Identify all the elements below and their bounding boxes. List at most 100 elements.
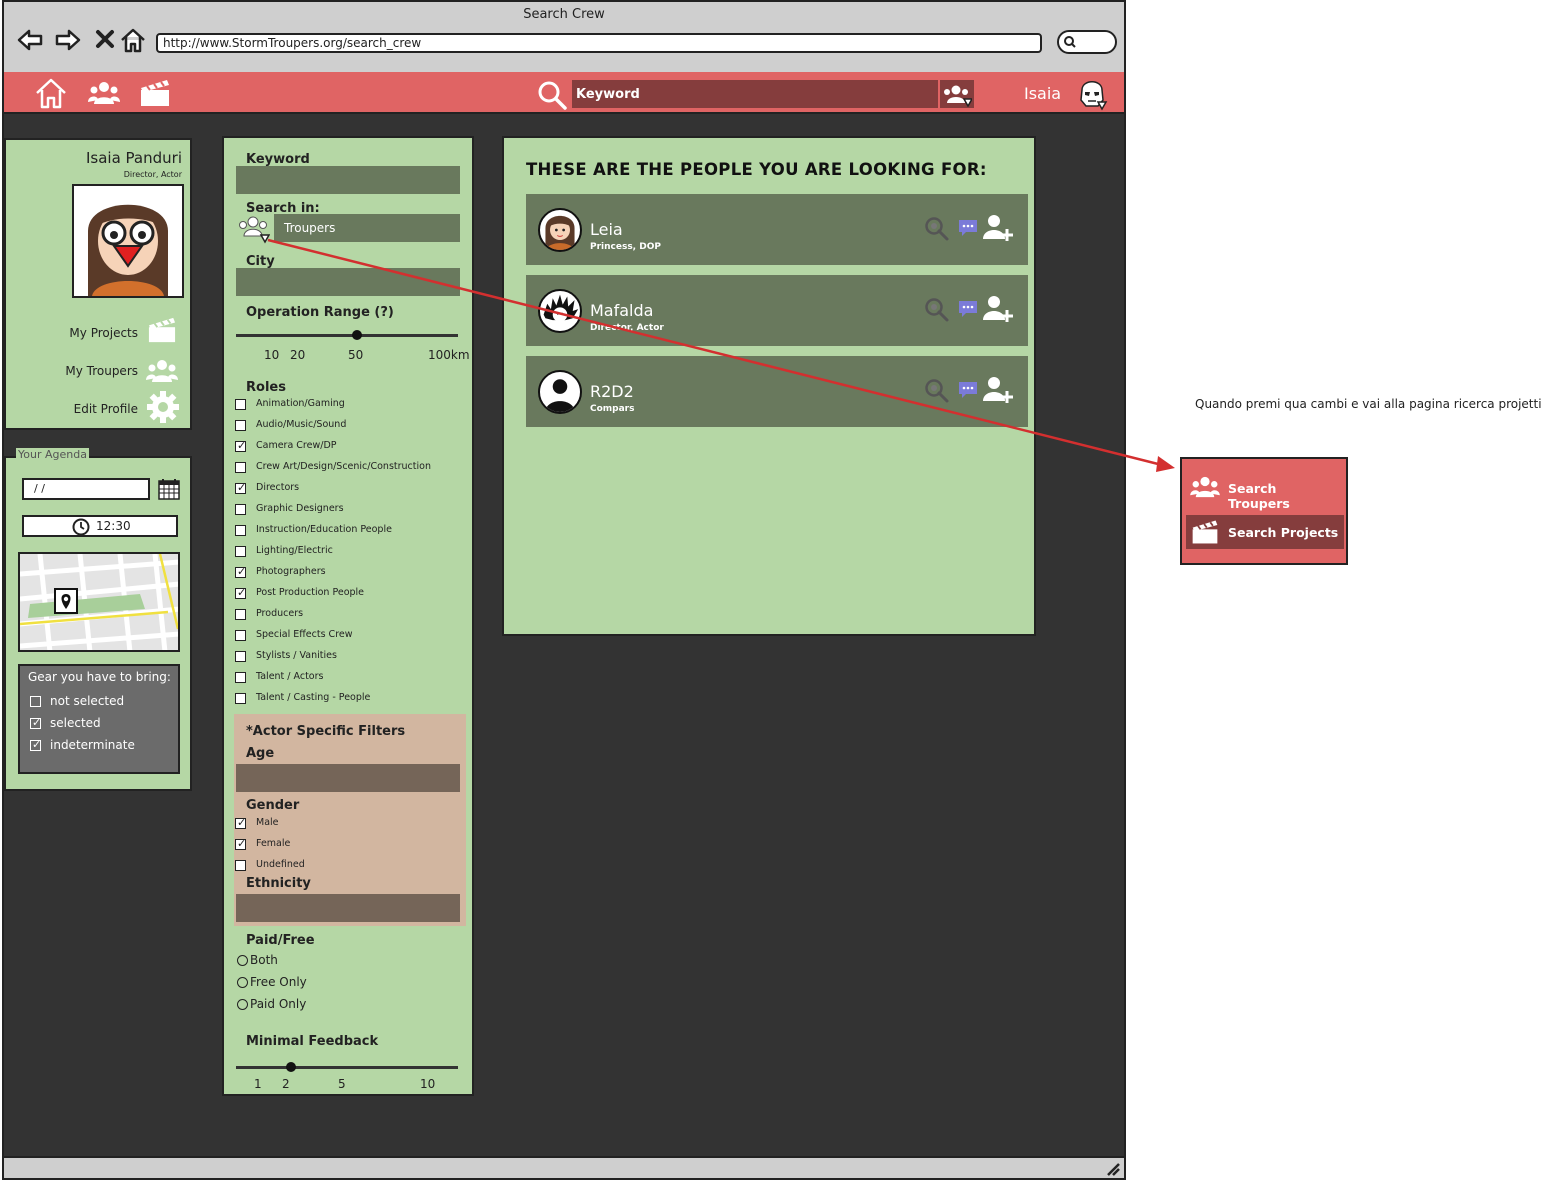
date-input[interactable]: / /	[22, 478, 150, 500]
search-type-dropdown[interactable]	[940, 80, 974, 108]
time-input[interactable]: 12:30	[22, 515, 178, 537]
gear-item-checkbox[interactable]	[30, 696, 41, 707]
role-label: Photographers	[256, 566, 326, 577]
search-in-value[interactable]: Troupers	[274, 214, 460, 242]
role-checkbox[interactable]: ✓	[235, 587, 246, 599]
forward-icon[interactable]	[54, 26, 82, 54]
role-checkbox[interactable]	[235, 399, 246, 410]
person-card[interactable]: R2D2 Compars	[526, 356, 1028, 427]
role-checkbox[interactable]	[235, 504, 246, 515]
search-icon	[1064, 36, 1076, 48]
annotation-note: Quando premi qua cambi e vai alla pagina…	[1195, 397, 1542, 411]
my-projects-link[interactable]: My Projects	[69, 326, 138, 340]
role-checkbox[interactable]	[235, 462, 246, 473]
browser-search-box[interactable]	[1057, 30, 1117, 54]
close-icon[interactable]	[92, 26, 120, 54]
role-checkbox[interactable]	[235, 609, 246, 620]
minimal-feedback-slider[interactable]	[236, 1066, 458, 1069]
role-label: Special Effects Crew	[256, 629, 353, 640]
actor-filters-title: *Actor Specific Filters	[246, 724, 406, 739]
back-icon[interactable]	[16, 26, 44, 54]
calendar-icon[interactable]	[158, 478, 180, 500]
troupers-icon[interactable]	[88, 80, 120, 106]
person-avatar[interactable]	[538, 370, 582, 414]
my-troupers-link[interactable]: My Troupers	[65, 364, 138, 378]
age-label: Age	[246, 746, 275, 761]
gear-item-checkbox[interactable]: ✓	[30, 717, 41, 729]
keyword-filter-input[interactable]	[236, 166, 460, 194]
gear-icon[interactable]	[146, 390, 180, 424]
app-top-bar: Keyword Isaia	[4, 72, 1124, 114]
person-actions	[924, 293, 1024, 327]
role-checkbox[interactable]	[235, 672, 246, 683]
person-actions	[924, 374, 1024, 408]
minimal-feedback-label: Minimal Feedback	[246, 1034, 379, 1049]
gender-checkbox[interactable]	[235, 860, 246, 871]
role-label: Post Production People	[256, 587, 365, 598]
search-in-type-dropdown[interactable]	[238, 214, 271, 244]
person-name[interactable]: Leia	[590, 220, 623, 239]
person-card[interactable]: Leia Princess, DOP	[526, 194, 1028, 265]
resize-handle-icon[interactable]	[1104, 1160, 1120, 1176]
role-checkbox[interactable]	[235, 420, 246, 431]
role-checkbox[interactable]	[235, 630, 246, 641]
person-avatar[interactable]	[538, 289, 582, 333]
home-icon[interactable]	[34, 77, 68, 109]
person-name[interactable]: R2D2	[590, 382, 634, 401]
message-icon[interactable]	[958, 218, 978, 238]
paid-free-option-label: Both	[250, 953, 278, 967]
view-profile-icon[interactable]	[924, 216, 950, 242]
url-bar[interactable]: http://www.StormTroupers.org/search_crew	[156, 33, 1042, 53]
menu-item-search-projects[interactable]: Search Projects	[1186, 515, 1344, 549]
person-avatar[interactable]	[538, 208, 582, 252]
location-map[interactable]	[18, 552, 180, 652]
role-checkbox[interactable]: ✓	[235, 440, 246, 452]
operation-range-thumb[interactable]	[352, 330, 362, 340]
add-user-icon[interactable]	[982, 213, 1014, 243]
troupers-icon	[1190, 476, 1220, 498]
person-name[interactable]: Mafalda	[590, 301, 653, 320]
edit-profile-link[interactable]: Edit Profile	[74, 402, 138, 416]
message-icon[interactable]	[958, 299, 978, 319]
ethnicity-input[interactable]	[236, 894, 460, 922]
paid-free-radio[interactable]	[237, 977, 248, 988]
add-user-icon[interactable]	[982, 375, 1014, 405]
role-checkbox[interactable]: ✓	[235, 482, 246, 494]
person-roles: Princess, DOP	[590, 242, 661, 252]
operation-range-slider[interactable]	[236, 334, 458, 337]
gender-checkbox[interactable]: ✓	[235, 817, 246, 829]
clapperboard-icon[interactable]	[146, 316, 178, 344]
menu-item-search-troupers[interactable]: Search Troupers	[1186, 471, 1342, 511]
search-icon[interactable]	[536, 79, 568, 111]
role-checkbox[interactable]: ✓	[235, 566, 246, 578]
role-checkbox[interactable]	[235, 651, 246, 662]
stormtrooper-avatar-icon[interactable]	[1076, 76, 1108, 112]
home-icon[interactable]	[119, 26, 147, 54]
paid-free-radio[interactable]	[237, 955, 248, 966]
role-checkbox[interactable]	[235, 525, 246, 536]
view-profile-icon[interactable]	[924, 297, 950, 323]
role-checkbox[interactable]	[235, 693, 246, 704]
keyword-search-input[interactable]: Keyword	[572, 80, 938, 108]
paid-free-radio[interactable]	[237, 999, 248, 1010]
view-profile-icon[interactable]	[924, 378, 950, 404]
person-card[interactable]: Mafalda Director, Actor	[526, 275, 1028, 346]
gender-checkbox[interactable]: ✓	[235, 838, 246, 850]
age-input[interactable]	[236, 764, 460, 792]
gear-item-label: not selected	[50, 694, 125, 708]
role-checkbox[interactable]	[235, 546, 246, 557]
add-user-icon[interactable]	[982, 294, 1014, 324]
minimal-feedback-thumb[interactable]	[286, 1062, 296, 1072]
troupers-icon[interactable]	[146, 358, 178, 384]
user-avatar-icon	[88, 204, 168, 296]
clapperboard-icon[interactable]	[138, 78, 172, 108]
role-label: Producers	[256, 608, 304, 619]
profile-avatar[interactable]	[72, 184, 184, 298]
city-input[interactable]	[236, 268, 460, 296]
gear-item-checkbox[interactable]: ✓	[30, 739, 41, 751]
time-value: 12:30	[96, 519, 131, 533]
gear-item-label: indeterminate	[50, 738, 135, 752]
user-name-label[interactable]: Isaia	[1024, 84, 1061, 103]
message-icon[interactable]	[958, 380, 978, 400]
gender-option-label: Female	[256, 838, 291, 849]
